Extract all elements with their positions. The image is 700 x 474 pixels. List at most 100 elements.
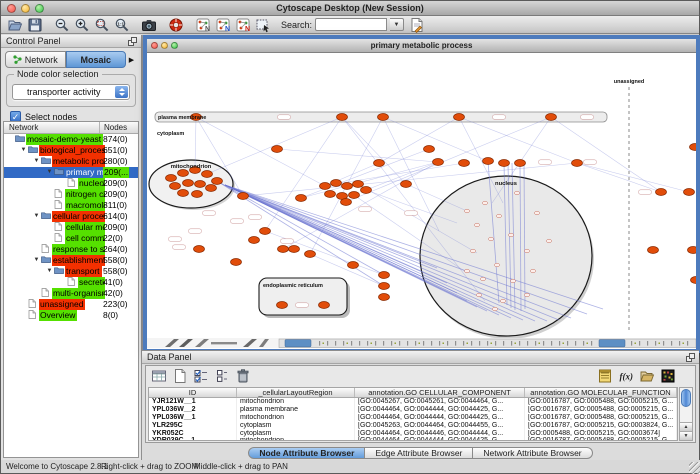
tab-overflow-arrow[interactable]: ▶ <box>126 56 137 64</box>
network-node[interactable] <box>319 302 330 309</box>
table-row[interactable]: YJR121W__1mitochondrion[GO:0045267, GO:0… <box>149 398 677 406</box>
expander-icon[interactable]: ▼ <box>32 211 41 222</box>
expander-icon[interactable]: ▼ <box>45 167 54 178</box>
small-node[interactable] <box>480 277 485 281</box>
table-row[interactable]: YLR295Ccytoplasm[GO:0045263, GO:0044464,… <box>149 422 677 430</box>
resize-grip[interactable] <box>689 462 700 474</box>
new-attribute-button[interactable] <box>171 368 189 384</box>
tab-node-attribute-browser[interactable]: Node Attribute Browser <box>248 447 365 459</box>
search-dropdown-arrow[interactable]: ▼ <box>390 18 404 31</box>
tab-network-attribute-browser[interactable]: Network Attribute Browser <box>473 447 592 459</box>
network-node[interactable] <box>192 191 203 198</box>
small-node[interactable] <box>524 249 529 253</box>
network-node[interactable] <box>378 114 389 121</box>
network-node[interactable] <box>379 294 390 301</box>
small-node[interactable] <box>508 233 513 237</box>
network-node[interactable] <box>656 189 667 196</box>
expander-icon[interactable]: ▼ <box>32 156 41 167</box>
network-canvas[interactable]: plasma membranecytoplasmmitochondrionnuc… <box>147 53 696 348</box>
network-node[interactable] <box>166 175 177 182</box>
network-node[interactable] <box>249 237 260 244</box>
network-node[interactable] <box>341 199 352 206</box>
small-node[interactable] <box>482 201 487 205</box>
small-node[interactable] <box>524 293 529 297</box>
network-node[interactable] <box>170 183 181 190</box>
network-node[interactable] <box>289 246 300 253</box>
tree-row[interactable]: mosaic-demo-yeast874(0) <box>4 134 138 145</box>
search-input[interactable] <box>315 18 387 31</box>
network-node[interactable] <box>231 259 242 266</box>
network-node[interactable] <box>349 192 360 199</box>
small-node[interactable] <box>514 191 519 195</box>
network-node[interactable] <box>361 187 372 194</box>
network-node[interactable] <box>212 178 223 185</box>
tree-row[interactable]: secretion41(0) <box>4 277 138 288</box>
tab-mosaic[interactable]: Mosaic <box>66 51 127 68</box>
tree-row[interactable]: ▼establishment of lo558(0) <box>4 255 138 266</box>
tree-column-network[interactable]: Network <box>4 122 100 133</box>
network-node[interactable] <box>690 144 697 151</box>
network-node[interactable] <box>178 190 189 197</box>
tree-row[interactable]: nucleobase-209(0) <box>4 178 138 189</box>
small-node[interactable] <box>476 293 481 297</box>
network-node[interactable] <box>178 170 189 177</box>
table-row[interactable]: YPL036W__2plasma membrane[GO:0044464, GO… <box>149 406 677 414</box>
network-node[interactable] <box>379 272 390 279</box>
function-builder-button[interactable]: f(x) <box>617 368 635 384</box>
unselect-attributes-button[interactable] <box>213 368 231 384</box>
small-node[interactable] <box>492 307 497 311</box>
expander-icon[interactable]: ▼ <box>45 266 54 277</box>
tree-column-nodes[interactable]: Nodes <box>100 122 138 133</box>
node-color-dropdown[interactable]: transporter activity <box>12 84 130 100</box>
expander-icon[interactable]: ▼ <box>32 255 41 266</box>
network-expand-button[interactable]: N <box>234 17 252 33</box>
network-node[interactable] <box>206 185 217 192</box>
small-node[interactable] <box>510 279 515 283</box>
network-node[interactable] <box>277 302 288 309</box>
network-node[interactable] <box>272 146 283 153</box>
tree-row[interactable]: ▼transport558(0) <box>4 266 138 277</box>
scrollbar-thumb[interactable] <box>681 389 691 407</box>
small-node[interactable] <box>496 214 501 218</box>
tree-row[interactable]: cell communicat22(0) <box>4 233 138 244</box>
small-node[interactable] <box>470 249 475 253</box>
tree-row[interactable]: unassigned223(0) <box>4 299 138 310</box>
save-session-button[interactable] <box>26 17 44 33</box>
zoom-out-button[interactable] <box>53 17 71 33</box>
network-node[interactable] <box>572 160 583 167</box>
tree-row[interactable]: Overview8(0) <box>4 310 138 321</box>
network-node[interactable] <box>515 160 526 167</box>
network-node[interactable] <box>499 160 510 167</box>
tree-row[interactable]: ▼primary metabo209(... <box>4 167 138 178</box>
table-row[interactable]: YPL036W__1mitochondrion[GO:0044464, GO:0… <box>149 414 677 422</box>
network-node[interactable] <box>260 228 271 235</box>
table-row[interactable]: YKR052Ccytoplasm[GO:0044464, GO:0044446,… <box>149 430 677 438</box>
tree-row[interactable]: cellular metabo209(0) <box>4 222 138 233</box>
network-node[interactable] <box>433 159 444 166</box>
network-node[interactable] <box>424 146 435 153</box>
import-attributes-button[interactable] <box>638 368 656 384</box>
small-node[interactable] <box>530 269 535 273</box>
zoom-actual-size-button[interactable]: 1:1 <box>113 17 131 33</box>
network-first-neighbors-button[interactable]: N <box>214 17 232 33</box>
network-node[interactable] <box>296 195 307 202</box>
small-node[interactable] <box>488 237 493 241</box>
tree-row[interactable]: ▼cellular process614(0) <box>4 211 138 222</box>
open-file-button[interactable] <box>6 17 24 33</box>
network-node[interactable] <box>183 180 194 187</box>
tree-row[interactable]: ▼metabolic process280(0) <box>4 156 138 167</box>
network-node[interactable] <box>691 277 697 284</box>
scroll-down-button[interactable]: ▼ <box>680 431 692 440</box>
float-panel-icon[interactable] <box>128 37 137 46</box>
help-ring-button[interactable] <box>167 17 185 33</box>
network-node[interactable] <box>684 189 695 196</box>
scroll-up-button[interactable]: ▲ <box>680 422 692 431</box>
snapshot-camera-button[interactable] <box>140 17 158 33</box>
small-node[interactable] <box>464 269 469 273</box>
expander-icon[interactable]: ▼ <box>19 145 28 156</box>
column-header[interactable]: ID <box>149 388 237 397</box>
tree-row[interactable]: nitrogen compo209(0) <box>4 189 138 200</box>
network-node[interactable] <box>305 251 316 258</box>
network-node[interactable] <box>325 191 336 198</box>
column-header[interactable]: annotation.GO CELLULAR_COMPONENT <box>355 388 525 397</box>
